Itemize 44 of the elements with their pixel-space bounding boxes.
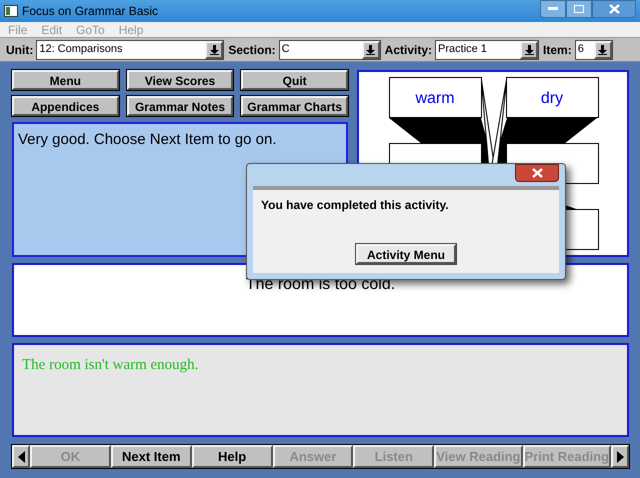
selector-label: Activity: [384,42,432,58]
feedback-text: Very good. Choose Next Item to go on. [18,131,276,148]
nav-button[interactable]: Appendices [12,96,119,116]
selector-label: Section: [228,42,276,58]
scroll-left-button[interactable] [12,445,30,468]
dialog-message: You have completed this activity. [261,197,449,214]
answer-text: The room isn't warm enough. [22,357,198,373]
toolbar-button[interactable]: Next Item [110,445,192,468]
nav-button[interactable]: Menu [12,70,119,90]
maximize-icon [574,5,584,13]
dropdown-button[interactable] [205,40,224,58]
close-icon [608,4,620,14]
toolbar-button[interactable]: Help [192,445,273,468]
activity-menu-button[interactable]: Activity Menu [356,244,456,264]
window-title: Focus on Grammar Basic [22,3,160,20]
app-icon [4,5,18,17]
left-arrow-icon [18,450,24,462]
dropdown-button[interactable] [520,40,538,58]
nav-button[interactable]: Grammar Notes [126,96,234,116]
selector-label: Unit: [6,42,34,58]
dropdown-button[interactable] [594,40,612,58]
right-arrow-icon [616,450,624,462]
scroll-right-button[interactable] [611,445,630,468]
dropdown-field[interactable]: C [278,40,381,60]
down-arrow-icon [598,44,608,54]
word-card-text: warm [415,90,455,107]
nav-button[interactable]: View Scores [126,70,234,90]
down-arrow-icon [524,44,534,54]
minimize-button[interactable] [540,0,566,18]
dropdown-field[interactable]: 12: Comparisons [36,40,224,60]
close-button[interactable] [515,164,559,182]
close-button[interactable] [592,0,636,18]
selector-label: Item: [543,42,572,58]
word-card-text: dry [540,90,564,107]
minimize-icon [548,7,558,11]
down-arrow-icon [210,44,219,54]
close-icon [532,168,542,178]
dropdown-field[interactable]: Practice 1 [435,40,540,60]
nav-button[interactable]: Grammar Charts [241,96,348,116]
down-arrow-icon [366,44,376,54]
maximize-button[interactable] [566,0,592,18]
dropdown-field[interactable]: 6 [574,40,613,60]
nav-button[interactable]: Quit [241,70,348,90]
dropdown-button[interactable] [362,40,380,58]
